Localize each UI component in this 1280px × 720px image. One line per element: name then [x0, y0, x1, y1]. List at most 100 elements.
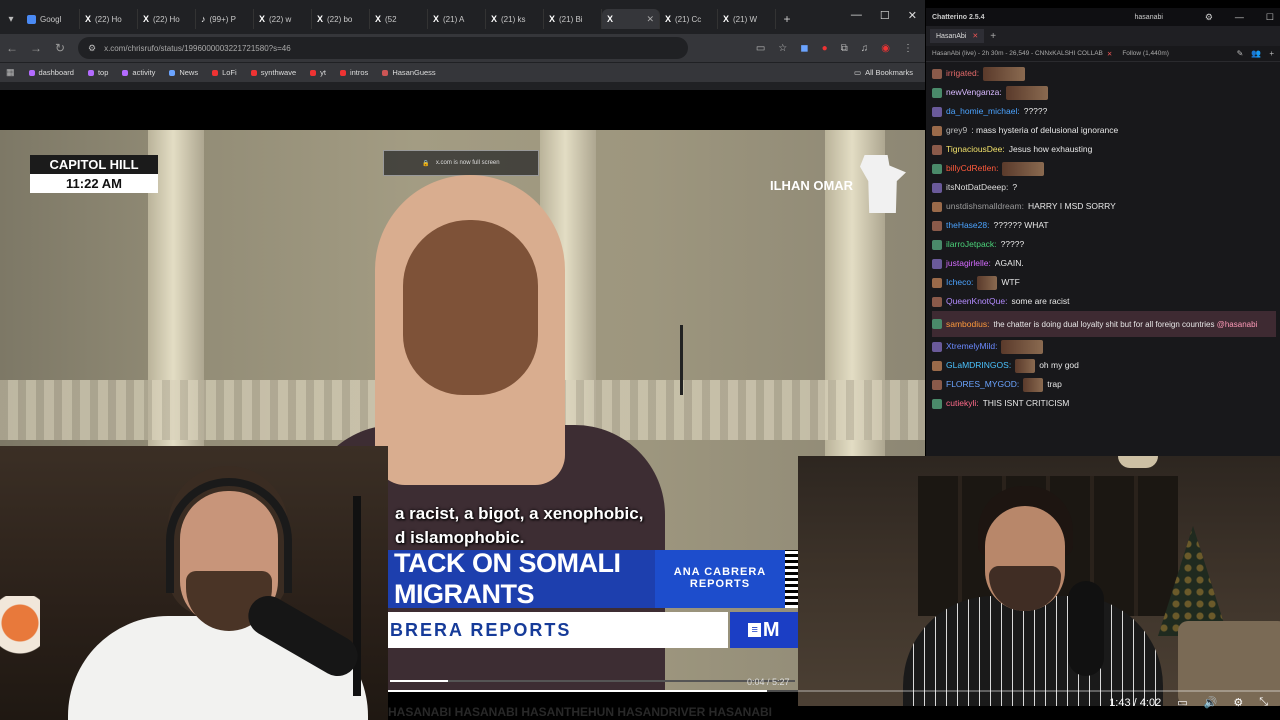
browser-tab[interactable]: ♪ (99+) P — [196, 9, 254, 29]
folder-icon: ▭ — [853, 68, 862, 77]
browser-tab[interactable]: X (52 — [370, 9, 428, 29]
site-info-icon[interactable]: ⚙ — [88, 43, 96, 54]
add-split-icon[interactable]: + — [1269, 49, 1274, 58]
chat-tab[interactable]: HasanAbi ✕ — [930, 29, 985, 43]
close-tab-icon[interactable]: ✕ — [646, 14, 654, 25]
maximize-icon[interactable]: ☐ — [880, 9, 890, 22]
puzzle-icon[interactable]: ⧉ — [841, 43, 848, 54]
settings-icon[interactable]: ⚙ — [1233, 696, 1243, 709]
chat-username[interactable]: da_homie_michael: — [946, 106, 1020, 117]
new-tab-button[interactable]: + — [776, 12, 798, 26]
chat-username[interactable]: billyCdRetlen: — [946, 163, 998, 174]
chat-username[interactable]: FLORES_MYGOD: — [946, 379, 1019, 390]
chat-username[interactable]: XtremelyMild: — [946, 341, 997, 352]
chat-username[interactable]: sambodius: — [946, 319, 989, 330]
chat-username[interactable]: GLaMDRINGOS: — [946, 360, 1011, 371]
chat-message: FLORES_MYGOD: trap — [932, 375, 1276, 394]
browser-tab[interactable]: X (21) W — [718, 9, 776, 29]
bookmark-item[interactable]: HasanGuess — [382, 68, 436, 77]
chat-username[interactable]: unstdishsmalldream: — [946, 201, 1024, 212]
chat-badge-icon — [932, 319, 942, 329]
chat-message: theHase28: ?????? WHAT — [932, 216, 1276, 235]
chat-username[interactable]: theHase28: — [946, 220, 989, 231]
profile-icon[interactable]: ◉ — [881, 43, 890, 54]
exit-fullscreen-icon[interactable]: ⤡ — [1259, 696, 1268, 709]
media-icon[interactable]: ♫ — [861, 43, 869, 54]
chat-badge-icon — [932, 106, 942, 117]
minimize-icon[interactable]: — — [1235, 12, 1244, 23]
stream-progress-bar[interactable] — [388, 690, 1280, 692]
browser-tab[interactable]: X (21) ks — [486, 9, 544, 29]
settings-icon[interactable]: ⚙ — [1205, 12, 1213, 23]
window-controls: — ☐ ✕ — [851, 9, 917, 22]
maximize-icon[interactable]: ☐ — [1266, 12, 1274, 23]
bookmark-item[interactable]: activity — [122, 68, 155, 77]
chat-emote-icon — [977, 275, 998, 290]
browser-tab[interactable]: X (21) Bi — [544, 9, 602, 29]
browser-tab[interactable]: X (21) A — [428, 9, 486, 29]
extension-icon[interactable]: ◼ — [800, 43, 808, 54]
volume-icon[interactable]: 🔊 — [1204, 696, 1218, 709]
chat-message: sambodius: the chatter is doing dual loya… — [932, 311, 1276, 337]
reload-icon[interactable]: ↻ — [48, 41, 72, 55]
chat-username[interactable]: cutiekyli: — [946, 398, 979, 409]
menu-icon[interactable]: ⋮ — [903, 43, 913, 54]
chat-tabs: HasanAbi ✕ + — [926, 26, 1280, 46]
x-icon: X — [607, 14, 614, 24]
chat-username[interactable]: ilarroJetpack: — [946, 239, 997, 250]
bookmark-item[interactable]: yt — [310, 68, 326, 77]
chat-message: billyCdRetlen: — [932, 159, 1276, 178]
chat-username[interactable]: justagirlelle: — [946, 258, 991, 269]
tab-label: (21) Cc — [675, 14, 702, 24]
tab-search-icon[interactable]: ▾ — [0, 8, 22, 30]
add-tab-button[interactable]: + — [990, 31, 996, 42]
browser-tab[interactable]: Googl — [22, 9, 80, 29]
bookmark-item[interactable]: top — [87, 68, 108, 77]
bookmark-item[interactable]: intros — [339, 68, 368, 77]
close-split-icon[interactable]: ✕ — [1107, 50, 1112, 58]
chat-username[interactable]: grey9 — [946, 125, 967, 136]
chat-badge-icon — [932, 239, 942, 250]
chat-text: ? — [1012, 182, 1018, 192]
minimize-icon[interactable]: — — [851, 9, 862, 22]
browser-tab[interactable]: X (22) bo — [312, 9, 370, 29]
webcam-right — [798, 456, 1280, 706]
bookmark-item[interactable]: synthwave — [250, 68, 296, 77]
forward-icon[interactable]: → — [24, 41, 48, 55]
edit-icon[interactable]: ✎ — [1237, 49, 1244, 58]
chat-username[interactable]: TignaciousDee: — [946, 144, 1005, 155]
browser-tab[interactable]: X (22) w — [254, 9, 312, 29]
browser-tab[interactable]: X (21) Cc — [660, 9, 718, 29]
close-icon[interactable]: ✕ — [908, 9, 917, 22]
bookmark-item[interactable]: LoFi — [212, 68, 237, 77]
apps-icon[interactable]: ▦ — [6, 67, 15, 78]
browser-tab[interactable]: X (22) Ho — [80, 9, 138, 29]
chat-username[interactable]: itsNotDatDeeep: — [946, 182, 1008, 193]
address-bar[interactable]: ⚙ x.com/chrisrufo/status/199600000322172… — [78, 37, 688, 59]
bookmark-item[interactable]: News — [169, 68, 198, 77]
chat-username[interactable]: Icheco: — [946, 277, 973, 288]
bookmark-star-icon[interactable]: ☆ — [778, 43, 787, 54]
cast-icon[interactable]: ▭ — [756, 43, 765, 54]
tiktok-icon: ♪ — [201, 14, 206, 24]
chat-titlebar: Chatterino 2.5.4 hasanabi ⚙ — ☐ — [926, 8, 1280, 26]
chat-username[interactable]: newVenganza: — [946, 87, 1002, 98]
browser-tab[interactable]: X (22) Ho — [138, 9, 196, 29]
chat-username[interactable]: QueenKnotQue: — [946, 296, 1007, 307]
bookmark-item[interactable]: dashboard — [28, 68, 74, 77]
record-extension-icon[interactable]: ● — [822, 43, 828, 54]
chat-username[interactable]: irrigated: — [946, 68, 979, 79]
close-tab-icon[interactable]: ✕ — [972, 32, 978, 40]
chat-message: cutiekyli: THIS ISNT CRITICISM — [932, 394, 1276, 413]
captions-icon[interactable]: ▭ — [1177, 696, 1187, 709]
chat-message: unstdishsmalldream: HARRY I MSD SORRY — [932, 197, 1276, 216]
all-bookmarks-button[interactable]: ▭ All Bookmarks — [854, 68, 925, 77]
browser-toolbar: ← → ↻ ⚙ x.com/chrisrufo/status/199600000… — [0, 34, 925, 62]
browser-tab[interactable]: X ✕ — [602, 9, 660, 29]
back-icon[interactable]: ← — [0, 41, 24, 55]
video-progress-bar[interactable] — [390, 680, 795, 682]
users-icon[interactable]: 👥 — [1251, 49, 1261, 58]
streamer-right — [903, 476, 1163, 706]
show-strip: BRERA REPORTS — [388, 612, 728, 648]
tab-strip: ▾ Googl X (22) Ho X (22) Ho ♪ (99+) P X (22) w X(… — [0, 8, 925, 30]
